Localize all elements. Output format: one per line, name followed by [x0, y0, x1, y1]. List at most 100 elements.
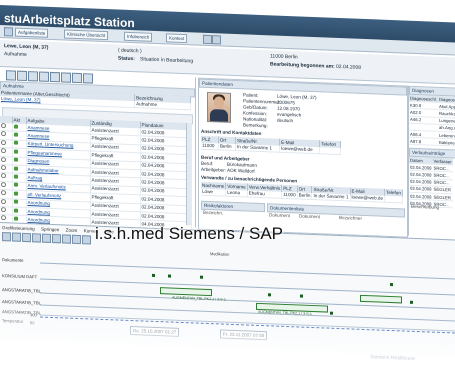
case-type: Aufnahme	[134, 101, 191, 111]
context-label: Aufnahme	[4, 51, 27, 59]
event-marker[interactable]	[330, 311, 333, 315]
from-date-field[interactable]: Do. 25.10.2007 01:27	[130, 325, 180, 337]
event-marker[interactable]	[268, 293, 271, 297]
task-scrollbar[interactable]	[186, 123, 192, 226]
menu-zoom[interactable]: Zoom	[66, 228, 78, 233]
status-icon	[13, 182, 18, 188]
settings-icon[interactable]	[212, 35, 221, 45]
row-divider	[40, 278, 455, 296]
row-label: ANGSTARATIB_TBL	[2, 287, 41, 294]
event-marker[interactable]	[300, 294, 303, 298]
table-row[interactable]: A87.8 Bakterien	[409, 137, 455, 147]
task-checkbox[interactable]	[1, 156, 6, 162]
cell: loewe@web.de	[279, 145, 320, 155]
status-icon	[13, 157, 18, 162]
refresh-icon[interactable]	[6, 70, 16, 81]
description-column: Beschreibung	[411, 203, 440, 210]
event-marker[interactable]	[200, 275, 203, 279]
status-icon	[13, 216, 18, 221]
tab-infobereich[interactable]: Infobereich	[124, 31, 153, 42]
task-link[interactable]: Pflegeanamnese	[28, 150, 62, 156]
task-link[interactable]: pfl. Verlaufsnotiz	[28, 192, 62, 198]
medication-bar[interactable]	[160, 287, 212, 297]
tab-aufgabenliste[interactable]: Aufgabenliste	[15, 27, 49, 38]
sort-icon[interactable]	[28, 71, 38, 82]
export-icon[interactable]	[50, 71, 60, 83]
zoom-in-icon[interactable]	[2, 232, 11, 242]
begun-value: 02.04.2008	[336, 63, 362, 71]
row-divider	[40, 314, 455, 332]
print-icon[interactable]	[39, 71, 49, 82]
status-icon	[13, 140, 18, 145]
status-icon	[13, 208, 18, 213]
medication-label: AUGMENTAN_TBL.PK2.1 / 3-S-1	[172, 295, 226, 302]
tab-kontext[interactable]: Kontext	[166, 33, 188, 44]
layout-icon[interactable]	[72, 72, 82, 84]
status-icon	[13, 149, 18, 154]
prev-icon[interactable]	[32, 233, 41, 243]
task-link[interactable]: Anordnung	[28, 200, 50, 206]
task-checkbox[interactable]	[1, 139, 6, 146]
address-heading: Anschrift und Kontaktdaten	[201, 128, 262, 137]
curve-icon[interactable]	[62, 234, 71, 244]
filter-icon[interactable]	[17, 70, 27, 82]
first-icon[interactable]	[22, 232, 31, 243]
menu-springen[interactable]: Springen	[41, 227, 59, 233]
task-link[interactable]: Körperl. Untersuchung	[28, 141, 74, 148]
task-link[interactable]: Anm. Verlaufsnotiz	[28, 183, 66, 189]
task-checkbox[interactable]	[1, 123, 6, 129]
task-checkbox[interactable]	[1, 165, 6, 171]
task-checkbox[interactable]	[1, 148, 6, 154]
event-marker[interactable]	[410, 300, 413, 304]
task-link[interactable]: Diagnosen	[28, 158, 50, 164]
y-tick: 80	[30, 320, 35, 326]
last-icon[interactable]	[52, 233, 61, 244]
task-checkbox[interactable]	[1, 173, 6, 179]
risk-column: Bezeichn.	[203, 209, 224, 216]
menu-grafiksteuerung[interactable]: Grafiksteuerung	[2, 225, 35, 231]
task-link[interactable]: Anordnung	[28, 217, 50, 223]
medication-bar[interactable]	[360, 294, 402, 304]
grid-icon[interactable]	[203, 34, 212, 45]
task-link[interactable]: Anamnese	[28, 125, 50, 131]
relatives-table: Nachname Vorname Verw.Verhältnis PLZ Ort Stra…	[201, 181, 403, 204]
back-icon[interactable]	[4, 27, 13, 37]
cell: Berlin	[218, 143, 236, 151]
to-date-field[interactable]: Fr. 23.11.2007 07:50	[220, 329, 268, 341]
row-label: Dokumente	[2, 257, 24, 263]
print-icon[interactable]	[82, 235, 91, 245]
task-link[interactable]: Anordnung	[28, 209, 50, 215]
field-label: Bemerkung:	[243, 122, 268, 129]
task-link[interactable]: Auftrag	[28, 175, 43, 181]
field-label: Patient:	[243, 92, 259, 98]
address-table: PLZ Ort Straße/Nr. E-Mail Telefon 11000 Berli…	[201, 135, 341, 156]
task-checkbox[interactable]	[1, 207, 6, 213]
cell: A87.8	[409, 137, 438, 146]
zoom-out-icon[interactable]	[12, 232, 21, 242]
row-divider	[40, 262, 455, 280]
task-link[interactable]: Anamnese	[28, 133, 50, 139]
settings-icon[interactable]	[72, 234, 81, 245]
task-checkbox[interactable]	[1, 198, 6, 204]
footer-note: Siemens Healthcare	[370, 354, 416, 362]
patient-link[interactable]: Löwe, Leon (M, 37)	[1, 96, 41, 103]
event-marker[interactable]	[168, 274, 171, 278]
task-checkbox[interactable]	[1, 190, 6, 196]
tab-klinische-uebersicht[interactable]: Klinische Übersicht	[64, 29, 109, 41]
course-table: Datum Verfasser 02.04.2008 SROC... 02.04.20…	[409, 156, 453, 209]
event-marker[interactable]	[152, 273, 155, 277]
task-checkbox[interactable]	[1, 181, 6, 188]
view-icon[interactable]	[61, 72, 71, 83]
cell	[384, 195, 403, 204]
task-checkbox[interactable]	[1, 215, 6, 221]
task-checkbox[interactable]	[1, 131, 6, 137]
task-link[interactable]: Aufnahmelabor	[28, 167, 59, 173]
next-icon[interactable]	[42, 233, 51, 243]
cell: Ehefrau	[247, 190, 282, 199]
row-label: KONSILIUM DAFT	[2, 273, 38, 280]
cell: loewe@web.de	[350, 194, 385, 203]
cell: In der Savanne 1	[235, 144, 280, 153]
cell: In der Savanne 1	[311, 192, 351, 202]
event-marker[interactable]	[390, 282, 393, 287]
grid-icon[interactable]	[83, 73, 93, 84]
